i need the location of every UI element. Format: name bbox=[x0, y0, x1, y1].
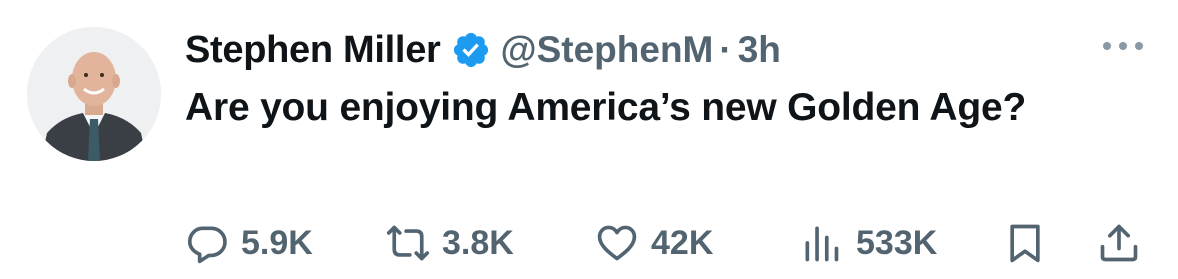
share-button[interactable] bbox=[1097, 218, 1141, 268]
repost-button[interactable]: 3.8K bbox=[386, 218, 514, 268]
reply-button[interactable]: 5.9K bbox=[185, 218, 313, 268]
avatar[interactable] bbox=[27, 27, 161, 161]
reply-count: 5.9K bbox=[241, 223, 313, 262]
more-dot bbox=[1103, 42, 1111, 50]
tweet-timestamp[interactable]: 3h bbox=[738, 29, 781, 71]
reply-icon bbox=[185, 221, 229, 265]
tweet-text: Are you enjoying America’s new Golden Ag… bbox=[185, 86, 1027, 129]
tweet-actions: 5.9K 3.8K 42K 533K bbox=[185, 218, 1145, 268]
separator-dot: · bbox=[719, 29, 732, 70]
views-button[interactable]: 533K bbox=[800, 218, 937, 268]
tweet-header: Stephen Miller @StephenM · 3h bbox=[185, 22, 781, 78]
views-icon bbox=[800, 221, 844, 265]
like-button[interactable]: 42K bbox=[595, 218, 713, 268]
repost-icon bbox=[386, 221, 430, 265]
share-icon bbox=[1097, 221, 1141, 265]
author-handle[interactable]: @StephenM bbox=[501, 29, 714, 71]
bookmark-button[interactable] bbox=[1003, 218, 1047, 268]
verified-badge-icon[interactable] bbox=[451, 30, 491, 70]
avatar-image bbox=[27, 27, 161, 161]
author-display-name[interactable]: Stephen Miller bbox=[185, 29, 441, 72]
heart-icon bbox=[595, 221, 639, 265]
repost-count: 3.8K bbox=[442, 223, 514, 262]
views-count: 533K bbox=[856, 223, 938, 262]
more-dot bbox=[1119, 42, 1127, 50]
bookmark-icon bbox=[1003, 221, 1047, 265]
like-count: 42K bbox=[651, 223, 714, 262]
more-icon[interactable] bbox=[1103, 38, 1143, 54]
tweet[interactable]: Stephen Miller @StephenM · 3h Are you en… bbox=[0, 0, 1178, 279]
more-dot bbox=[1135, 42, 1143, 50]
